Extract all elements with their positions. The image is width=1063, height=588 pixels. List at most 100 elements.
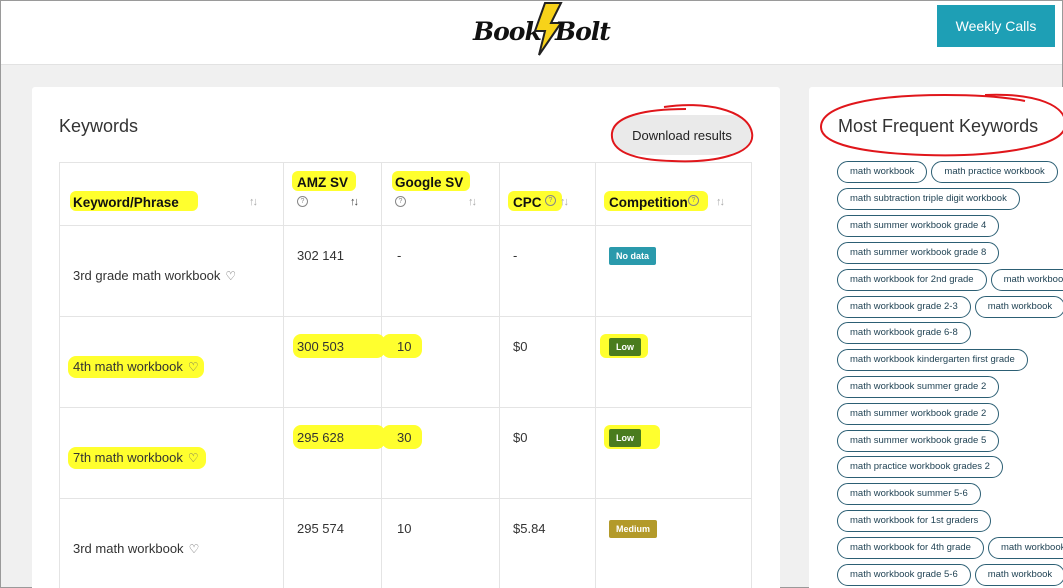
competition-cell: Low [595, 316, 752, 408]
chip-row: math summer workbook grade 2 [837, 403, 1003, 425]
chip-row: math workbook for 2nd grade math workbook [837, 269, 1063, 291]
keyword-chip[interactable]: math workbook [987, 537, 1063, 559]
keywords-title: Keywords [59, 116, 139, 136]
keyword-chip[interactable]: math subtraction triple digit workbook [837, 188, 1020, 210]
google-sv-cell: 10 [381, 316, 500, 408]
competition-cell: Low [595, 407, 752, 499]
amz-sv-cell: 295 628 [283, 407, 385, 499]
heart-icon[interactable]: ♡ [189, 542, 200, 556]
keyword-chip[interactable]: math workbook summer grade 2 [837, 376, 1000, 398]
col-amz-sv-label: AMZ SV [297, 175, 349, 190]
keyword-cell: 4th math workbook ♡ [59, 316, 284, 408]
competition-cell: Medium [595, 498, 752, 588]
weekly-calls-button[interactable]: Weekly Calls [937, 5, 1055, 47]
chip-row: math workbook kindergarten first grade [837, 349, 1032, 371]
sort-desc-icon[interactable]: ↑↓ [350, 196, 359, 208]
frequent-keywords-title: Most Frequent Keywords [838, 116, 1039, 136]
chip-row: math workbook summer grade 2 [837, 376, 1003, 398]
google-sv-cell: 30 [381, 407, 500, 499]
keyword-chip[interactable]: math summer workbook grade 5 [837, 430, 1000, 452]
chip-row: math summer workbook grade 5 [837, 430, 1003, 452]
competition-cell: No data [595, 225, 752, 317]
heart-icon[interactable]: ♡ [225, 269, 236, 283]
col-google-sv-label: Google SV [395, 175, 464, 190]
keyword-text[interactable]: 7th math workbook [73, 450, 183, 465]
keyword-chip[interactable]: math summer workbook grade 2 [837, 403, 1000, 425]
keyword-text[interactable]: 3rd grade math workbook [73, 268, 220, 283]
cpc-cell: $5.84 [499, 498, 596, 588]
cpc-cell: $0 [499, 316, 596, 408]
keyword-chip[interactable]: math workbook [837, 161, 928, 183]
chip-row: math summer workbook grade 4 [837, 215, 1003, 237]
table-row: 7th math workbook ♡ 295 628 30 $0 Low [59, 407, 752, 499]
frequent-keywords-card: Most Frequent Keywords math workbook math… [809, 87, 1063, 588]
keyword-chip[interactable]: math workbook summer 5-6 [837, 483, 981, 505]
amz-sv-cell: 300 503 [283, 316, 385, 408]
cpc-cell: - [499, 225, 596, 317]
col-keyword-header[interactable]: Keyword/Phrase ↑↓ [59, 162, 284, 226]
keyword-chip[interactable]: math summer workbook grade 4 [837, 215, 1000, 237]
keyword-chip[interactable]: math summer workbook grade 8 [837, 242, 1000, 264]
logo-text-right: Bolt [555, 17, 611, 46]
keyword-cell: 7th math workbook ♡ [59, 407, 284, 499]
keywords-card: Keywords Download results Keyword/Phrase… [32, 87, 780, 588]
keyword-chip[interactable]: math workbook for 4th grade [837, 537, 984, 559]
sort-icon[interactable]: ↑↓ [560, 196, 569, 208]
sort-icon[interactable]: ↑↓ [249, 196, 258, 208]
amz-sv-cell: 302 141 [283, 225, 382, 317]
chip-row: math workbook math practice workbook [837, 161, 1062, 183]
keyword-chip[interactable]: math workbook grade 2-3 [837, 296, 971, 318]
bookbolt-logo[interactable]: Book Bolt [471, 2, 619, 57]
info-icon[interactable]: ? [545, 195, 556, 206]
keyword-chip[interactable]: math practice workbook [931, 161, 1058, 183]
cpc-value: $5.84 [513, 521, 546, 536]
keyword-text[interactable]: 4th math workbook [73, 359, 183, 374]
amz-sv-value: 295 628 [297, 430, 344, 445]
chip-row: math workbook summer 5-6 [837, 483, 985, 505]
chip-row: math workbook grade 5-6 math workbook [837, 564, 1063, 586]
chip-row: math summer workbook grade 8 [837, 242, 1003, 264]
cpc-value: - [513, 248, 518, 263]
keyword-cell: 3rd math workbook ♡ [59, 498, 284, 588]
keyword-chip[interactable]: math workbook grade 5-6 [837, 564, 971, 586]
google-sv-value: - [397, 248, 402, 263]
google-sv-value: 30 [397, 430, 412, 445]
amz-sv-value: 302 141 [297, 248, 344, 263]
chip-row: math workbook grade 6-8 [837, 322, 975, 344]
google-sv-cell: - [381, 225, 500, 317]
competition-badge: No data [609, 247, 657, 265]
amz-sv-cell: 295 574 [283, 498, 382, 588]
info-icon[interactable]: ? [395, 196, 406, 207]
info-icon[interactable]: ? [688, 195, 699, 206]
keyword-text[interactable]: 3rd math workbook [73, 541, 184, 556]
keyword-chip[interactable]: math workbook grade 6-8 [837, 322, 971, 344]
cpc-value: $0 [513, 430, 528, 445]
keyword-chip[interactable]: math workbook [974, 296, 1063, 318]
heart-icon[interactable]: ♡ [188, 451, 199, 465]
table-row: 3rd grade math workbook ♡ 302 141 - - No … [59, 225, 752, 317]
competition-badge: Low [609, 338, 641, 356]
top-bar: Book Bolt Weekly Calls [1, 1, 1062, 65]
google-sv-cell: 10 [381, 498, 500, 588]
keyword-chip[interactable]: math workbook for 1st graders [837, 510, 992, 532]
col-cpc-label: CPC [513, 195, 542, 210]
col-cpc-header[interactable]: CPC ? ↑↓ [499, 162, 596, 226]
keyword-chip[interactable]: math workbook kindergarten first grade [837, 349, 1028, 371]
heart-icon[interactable]: ♡ [188, 360, 199, 374]
keyword-chip[interactable]: math workbook for 2nd grade [837, 269, 987, 291]
keyword-chip[interactable]: math practice workbook grades 2 [837, 456, 1003, 478]
competition-badge: Medium [609, 520, 658, 538]
chip-row: math workbook grade 2-3 math workbook [837, 296, 1063, 318]
info-icon[interactable]: ? [297, 196, 308, 207]
google-sv-value: 10 [397, 339, 412, 354]
chip-row: math workbook for 1st graders [837, 510, 995, 532]
sort-icon[interactable]: ↑↓ [716, 196, 725, 208]
col-google-sv-header[interactable]: Google SV ? ↑↓ [381, 162, 500, 226]
keyword-chip[interactable]: math workbook [990, 269, 1063, 291]
download-results-button[interactable]: Download results [613, 115, 751, 155]
sort-icon[interactable]: ↑↓ [468, 196, 477, 208]
keyword-chip[interactable]: math workbook [974, 564, 1063, 586]
col-amz-sv-header[interactable]: AMZ SV ? ↑↓ [283, 162, 382, 226]
keyword-cell: 3rd grade math workbook ♡ [59, 225, 284, 317]
col-competition-header[interactable]: Competition ? ↑↓ [595, 162, 752, 226]
